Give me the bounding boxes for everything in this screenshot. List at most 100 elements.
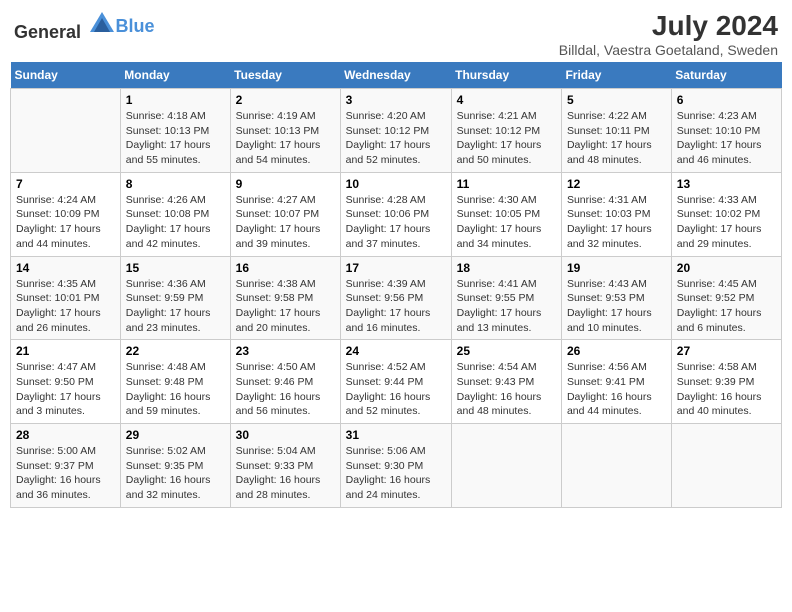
calendar-cell: 25Sunrise: 4:54 AM Sunset: 9:43 PM Dayli… [451,340,561,424]
day-info: Sunrise: 4:38 AM Sunset: 9:58 PM Dayligh… [236,278,321,334]
day-number: 8 [126,177,225,191]
week-row-3: 14Sunrise: 4:35 AM Sunset: 10:01 PM Dayl… [11,256,782,340]
day-number: 1 [126,93,225,107]
day-info: Sunrise: 5:06 AM Sunset: 9:30 PM Dayligh… [346,445,431,501]
calendar-cell: 7Sunrise: 4:24 AM Sunset: 10:09 PM Dayli… [11,172,121,256]
calendar-table: SundayMondayTuesdayWednesdayThursdayFrid… [10,62,782,508]
day-number: 21 [16,344,115,358]
day-info: Sunrise: 4:18 AM Sunset: 10:13 PM Daylig… [126,110,211,166]
day-number: 11 [457,177,556,191]
week-row-4: 21Sunrise: 4:47 AM Sunset: 9:50 PM Dayli… [11,340,782,424]
day-info: Sunrise: 4:50 AM Sunset: 9:46 PM Dayligh… [236,361,321,417]
day-info: Sunrise: 5:04 AM Sunset: 9:33 PM Dayligh… [236,445,321,501]
day-info: Sunrise: 4:28 AM Sunset: 10:06 PM Daylig… [346,194,431,250]
day-info: Sunrise: 4:41 AM Sunset: 9:55 PM Dayligh… [457,278,542,334]
calendar-cell: 9 Sunrise: 4:27 AM Sunset: 10:07 PM Dayli… [230,172,340,256]
day-info: Sunrise: 4:58 AM Sunset: 9:39 PM Dayligh… [677,361,762,417]
day-info: Sunrise: 4:26 AM Sunset: 10:08 PM Daylig… [126,194,211,250]
calendar-cell: 18 Sunrise: 4:41 AM Sunset: 9:55 PM Dayli… [451,256,561,340]
week-row-1: 1 Sunrise: 4:18 AM Sunset: 10:13 PM Dayli… [11,89,782,173]
week-row-2: 7Sunrise: 4:24 AM Sunset: 10:09 PM Dayli… [11,172,782,256]
calendar-cell: 31Sunrise: 5:06 AM Sunset: 9:30 PM Dayli… [340,424,451,508]
calendar-cell: 29 Sunrise: 5:02 AM Sunset: 9:35 PM Dayli… [120,424,230,508]
day-number: 12 [567,177,666,191]
calendar-cell: 27 Sunrise: 4:58 AM Sunset: 9:39 PM Dayli… [671,340,781,424]
day-info: Sunrise: 4:39 AM Sunset: 9:56 PM Dayligh… [346,278,431,334]
day-info: Sunrise: 4:45 AM Sunset: 9:52 PM Dayligh… [677,278,762,334]
calendar-header-row: SundayMondayTuesdayWednesdayThursdayFrid… [11,62,782,89]
calendar-cell: 2Sunrise: 4:19 AM Sunset: 10:13 PM Dayli… [230,89,340,173]
day-header-monday: Monday [120,62,230,89]
calendar-cell: 4 Sunrise: 4:21 AM Sunset: 10:12 PM Dayli… [451,89,561,173]
day-info: Sunrise: 4:54 AM Sunset: 9:43 PM Dayligh… [457,361,542,417]
day-number: 17 [346,261,446,275]
day-info: Sunrise: 4:22 AM Sunset: 10:11 PM Daylig… [567,110,652,166]
main-title: July 2024 [559,10,778,42]
day-number: 23 [236,344,335,358]
day-info: Sunrise: 4:35 AM Sunset: 10:01 PM Daylig… [16,278,101,334]
day-number: 3 [346,93,446,107]
day-info: Sunrise: 4:23 AM Sunset: 10:10 PM Daylig… [677,110,762,166]
calendar-body: 1 Sunrise: 4:18 AM Sunset: 10:13 PM Dayli… [11,89,782,508]
day-number: 18 [457,261,556,275]
calendar-cell: 10 Sunrise: 4:28 AM Sunset: 10:06 PM Dayl… [340,172,451,256]
day-info: Sunrise: 5:02 AM Sunset: 9:35 PM Dayligh… [126,445,211,501]
day-number: 4 [457,93,556,107]
calendar-cell: 14Sunrise: 4:35 AM Sunset: 10:01 PM Dayl… [11,256,121,340]
calendar-cell: 28Sunrise: 5:00 AM Sunset: 9:37 PM Dayli… [11,424,121,508]
day-number: 20 [677,261,776,275]
calendar-cell: 24 Sunrise: 4:52 AM Sunset: 9:44 PM Dayli… [340,340,451,424]
day-number: 5 [567,93,666,107]
day-info: Sunrise: 4:52 AM Sunset: 9:44 PM Dayligh… [346,361,431,417]
day-header-saturday: Saturday [671,62,781,89]
calendar-cell: 8 Sunrise: 4:26 AM Sunset: 10:08 PM Dayli… [120,172,230,256]
day-number: 29 [126,428,225,442]
day-number: 13 [677,177,776,191]
day-header-thursday: Thursday [451,62,561,89]
calendar-cell: 21Sunrise: 4:47 AM Sunset: 9:50 PM Dayli… [11,340,121,424]
day-info: Sunrise: 4:33 AM Sunset: 10:02 PM Daylig… [677,194,762,250]
day-number: 15 [126,261,225,275]
calendar-cell: 5 Sunrise: 4:22 AM Sunset: 10:11 PM Dayli… [561,89,671,173]
day-header-sunday: Sunday [11,62,121,89]
day-info: Sunrise: 4:36 AM Sunset: 9:59 PM Dayligh… [126,278,211,334]
day-number: 2 [236,93,335,107]
calendar-cell: 23 Sunrise: 4:50 AM Sunset: 9:46 PM Dayli… [230,340,340,424]
calendar-cell: 15 Sunrise: 4:36 AM Sunset: 9:59 PM Dayli… [120,256,230,340]
day-header-friday: Friday [561,62,671,89]
logo-blue-text: Blue [116,16,155,36]
day-info: Sunrise: 4:31 AM Sunset: 10:03 PM Daylig… [567,194,652,250]
day-info: Sunrise: 4:24 AM Sunset: 10:09 PM Daylig… [16,194,101,250]
day-info: Sunrise: 4:27 AM Sunset: 10:07 PM Daylig… [236,194,321,250]
logo-icon [88,10,116,38]
calendar-cell: 20 Sunrise: 4:45 AM Sunset: 9:52 PM Dayli… [671,256,781,340]
day-info: Sunrise: 4:43 AM Sunset: 9:53 PM Dayligh… [567,278,652,334]
calendar-cell: 3 Sunrise: 4:20 AM Sunset: 10:12 PM Dayli… [340,89,451,173]
calendar-cell: 30 Sunrise: 5:04 AM Sunset: 9:33 PM Dayli… [230,424,340,508]
calendar-cell: 26 Sunrise: 4:56 AM Sunset: 9:41 PM Dayli… [561,340,671,424]
calendar-cell: 22Sunrise: 4:48 AM Sunset: 9:48 PM Dayli… [120,340,230,424]
day-number: 19 [567,261,666,275]
day-info: Sunrise: 4:20 AM Sunset: 10:12 PM Daylig… [346,110,431,166]
day-header-tuesday: Tuesday [230,62,340,89]
calendar-cell [671,424,781,508]
day-info: Sunrise: 4:56 AM Sunset: 9:41 PM Dayligh… [567,361,652,417]
calendar-cell [451,424,561,508]
day-number: 10 [346,177,446,191]
calendar-cell: 11 Sunrise: 4:30 AM Sunset: 10:05 PM Dayl… [451,172,561,256]
day-info: Sunrise: 4:48 AM Sunset: 9:48 PM Dayligh… [126,361,211,417]
logo-general-text: General [14,22,81,42]
page-header: General Blue July 2024 Billdal, Vaestra … [10,10,782,58]
day-info: Sunrise: 4:21 AM Sunset: 10:12 PM Daylig… [457,110,542,166]
day-number: 28 [16,428,115,442]
day-number: 27 [677,344,776,358]
day-number: 9 [236,177,335,191]
logo: General Blue [14,10,155,43]
calendar-cell: 17 Sunrise: 4:39 AM Sunset: 9:56 PM Dayli… [340,256,451,340]
day-number: 24 [346,344,446,358]
day-info: Sunrise: 4:30 AM Sunset: 10:05 PM Daylig… [457,194,542,250]
day-number: 26 [567,344,666,358]
calendar-cell: 6Sunrise: 4:23 AM Sunset: 10:10 PM Dayli… [671,89,781,173]
day-number: 30 [236,428,335,442]
calendar-cell: 1 Sunrise: 4:18 AM Sunset: 10:13 PM Dayli… [120,89,230,173]
